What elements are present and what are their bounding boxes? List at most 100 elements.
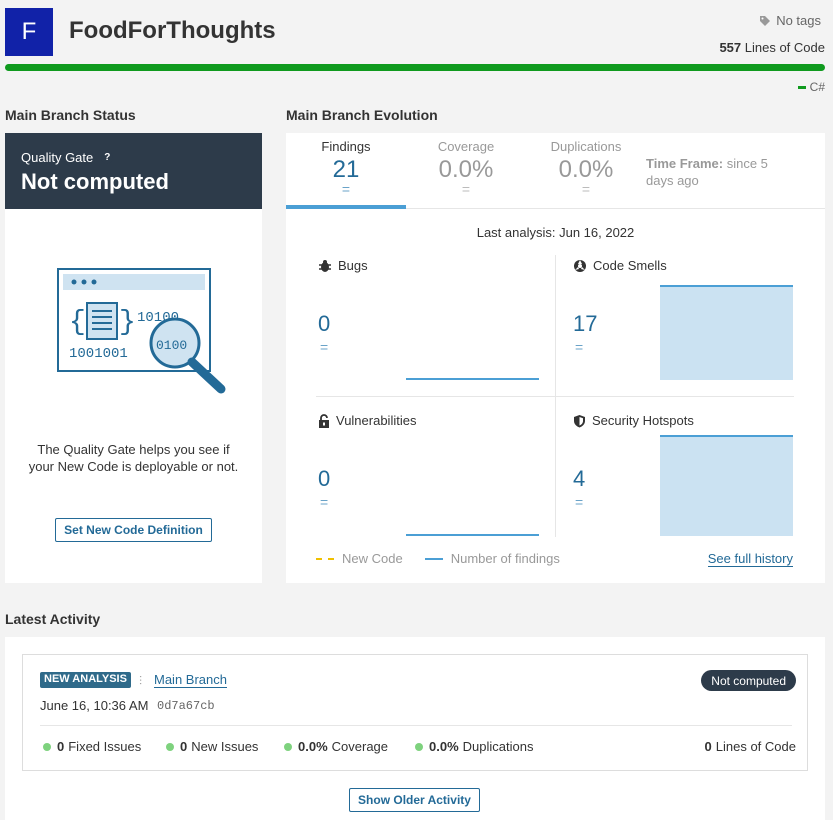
- svg-text:1001001: 1001001: [69, 346, 128, 362]
- metric-security-hotspots[interactable]: Security Hotspots: [573, 413, 694, 428]
- quality-gate-label: Quality Gate ?: [21, 150, 246, 165]
- tab-findings[interactable]: Findings 21 =: [286, 133, 406, 209]
- project-title: FoodForThoughts: [69, 17, 276, 44]
- tab-findings-delta: =: [341, 181, 351, 197]
- stat-fixed-label: Fixed Issues: [68, 739, 142, 754]
- status-dot: [415, 742, 423, 751]
- metric-vulnerabilities[interactable]: Vulnerabilities: [318, 413, 416, 428]
- quality-gate-status: Not computed: [21, 169, 169, 194]
- new-analysis-badge: NEW ANALYSIS: [40, 672, 131, 688]
- bug-icon: [319, 259, 331, 272]
- activity-separator: [40, 725, 792, 726]
- stat-loc-value: 0: [704, 739, 712, 754]
- svg-text:}: }: [119, 307, 136, 338]
- stat-fixed-value: 0: [57, 739, 65, 754]
- vulnerabilities-sparkline: [406, 534, 539, 536]
- metric-security-hotspots-label: Security Hotspots: [592, 413, 694, 428]
- tab-duplications-label: Duplications: [550, 139, 622, 154]
- quality-gate-label-text: Quality Gate: [21, 150, 94, 165]
- metric-vulnerabilities-label: Vulnerabilities: [336, 413, 417, 428]
- legend-new-code: New Code: [342, 551, 403, 566]
- time-frame: Time Frame: since 5 days ago: [646, 155, 796, 189]
- branch-icon: ⫶: [139, 674, 143, 688]
- tab-coverage[interactable]: Coverage 0.0% =: [406, 133, 526, 209]
- security-hotspots-sparkline: [660, 435, 793, 536]
- code-smells-sparkline: [660, 285, 793, 380]
- latest-activity-title: Latest Activity: [5, 611, 101, 627]
- tab-coverage-value: 0.0%: [438, 156, 494, 183]
- metric-code-smells-label: Code Smells: [593, 258, 667, 273]
- lock-icon: [319, 413, 329, 428]
- stat-dup-label: Duplications: [462, 739, 534, 754]
- quality-gate-status-badge: Not computed: [701, 670, 796, 691]
- tab-duplications[interactable]: Duplications 0.0% =: [526, 133, 646, 209]
- loc-label: Lines of Code: [744, 40, 825, 55]
- metric-vulnerabilities-value[interactable]: 0: [318, 466, 330, 492]
- stat-lines-of-code: 0 Lines of Code: [705, 739, 796, 754]
- activity-date: June 16, 10:36 AM: [40, 698, 149, 713]
- code-smell-icon: [574, 259, 586, 272]
- status-dot: [284, 742, 292, 751]
- metric-security-hotspots-delta: =: [575, 494, 584, 510]
- metric-code-smells-value[interactable]: 17: [573, 311, 597, 337]
- project-avatar: F: [5, 8, 53, 56]
- metric-security-hotspots-value[interactable]: 4: [573, 466, 585, 492]
- svg-text:{: {: [69, 307, 86, 338]
- time-frame-label: Time Frame:: [646, 156, 724, 171]
- stat-coverage-value: 0.0%: [298, 739, 328, 754]
- metric-bugs-delta: =: [320, 339, 329, 355]
- stat-duplications: 0.0% Duplications: [415, 739, 533, 754]
- stat-loc-label: Lines of Code: [715, 739, 796, 754]
- branch-status-title: Main Branch Status: [5, 107, 136, 123]
- stat-coverage: 0.0% Coverage: [284, 739, 388, 754]
- metric-bugs-label: Bugs: [338, 258, 368, 273]
- svg-text:0100: 0100: [156, 338, 187, 353]
- last-analysis: Last analysis: Jun 16, 2022: [476, 225, 635, 240]
- branch-evolution-card: Findings 21 = Coverage 0.0% = Duplicatio…: [286, 133, 825, 583]
- language-label: C#: [809, 80, 825, 94]
- status-dot: [166, 742, 174, 751]
- show-older-activity-button[interactable]: Show Older Activity: [349, 788, 480, 812]
- stat-coverage-label: Coverage: [331, 739, 389, 754]
- metric-vulnerabilities-delta: =: [320, 494, 329, 510]
- branch-link[interactable]: Main Branch: [154, 672, 227, 688]
- stat-new-value: 0: [180, 739, 188, 754]
- metric-code-smells[interactable]: Code Smells: [573, 258, 667, 273]
- language-legend: C#: [797, 80, 825, 94]
- tab-findings-label: Findings: [321, 139, 371, 154]
- metric-bugs-value[interactable]: 0: [318, 311, 330, 337]
- set-new-code-definition-button[interactable]: Set New Code Definition: [55, 518, 212, 542]
- findings-swatch: [424, 557, 443, 560]
- quality-gate-header: Quality Gate ? Not computed: [5, 133, 262, 209]
- shield-icon: [574, 414, 585, 427]
- quality-gate-card: Quality Gate ? Not computed { } 10100 10…: [5, 133, 262, 583]
- metric-code-smells-delta: =: [575, 339, 584, 355]
- loc-value: 557: [719, 40, 742, 55]
- stat-new-label: New Issues: [191, 739, 259, 754]
- bugs-sparkline: [406, 378, 539, 380]
- status-dot: [43, 742, 51, 751]
- code-magnifier-illustration: { } 10100 1001001 0100: [57, 268, 226, 394]
- lines-of-code: 557 Lines of Code: [719, 40, 825, 55]
- stat-new-issues: 0 New Issues: [166, 739, 258, 754]
- new-code-swatch: [316, 557, 334, 560]
- activity-item: NEW ANALYSIS ⫶ Main Branch June 16, 10:3…: [22, 654, 808, 771]
- see-full-history-link[interactable]: See full history: [707, 551, 793, 567]
- latest-activity-panel: NEW ANALYSIS ⫶ Main Branch June 16, 10:3…: [5, 637, 825, 820]
- stat-dup-value: 0.0%: [429, 739, 459, 754]
- quality-gate-description: The Quality Gate helps you see if your N…: [28, 442, 239, 474]
- tab-coverage-label: Coverage: [437, 139, 495, 154]
- project-tags[interactable]: No tags: [759, 13, 821, 28]
- language-distribution-bar: [5, 64, 825, 71]
- stat-fixed-issues: 0 Fixed Issues: [43, 739, 141, 754]
- tab-findings-value: 21: [332, 156, 360, 183]
- metrics-divider-horizontal: [316, 396, 794, 397]
- tab-duplications-value: 0.0%: [558, 156, 614, 183]
- language-swatch: [797, 85, 806, 89]
- help-icon[interactable]: ?: [101, 151, 114, 164]
- commit-hash: 0d7a67cb: [157, 699, 215, 713]
- tab-duplications-delta: =: [581, 181, 591, 197]
- metric-bugs[interactable]: Bugs: [318, 258, 368, 273]
- tag-icon: [760, 15, 771, 26]
- branch-evolution-title: Main Branch Evolution: [286, 107, 438, 123]
